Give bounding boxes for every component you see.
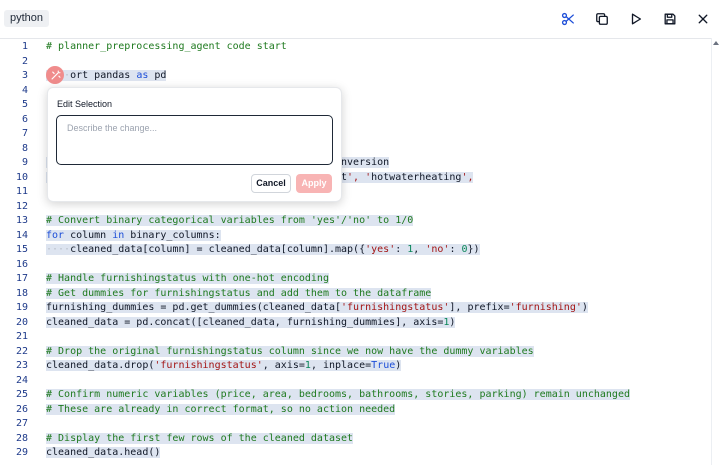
code-line[interactable]: 18 # Get dummies for furnishingstatus and… xyxy=(0,287,712,302)
line-number: 17 xyxy=(15,273,28,284)
line-number: 18 xyxy=(15,287,28,299)
line-number: 5 xyxy=(21,99,28,110)
line-code: # Get dummies for furnishingstatus and a… xyxy=(46,287,432,299)
line-code: # Confirm numeric variables (price, area… xyxy=(46,389,630,400)
line-number: 12 xyxy=(15,200,28,212)
save-icon xyxy=(664,13,676,25)
code-line[interactable]: 22 # Drop the original furnishingstatus c… xyxy=(0,345,712,360)
code-line[interactable]: 28 # Display the first few rows of the cl… xyxy=(0,432,712,447)
scroll-up-arrow-icon[interactable] xyxy=(713,41,719,45)
line-number: 26 xyxy=(15,403,28,415)
line-number: 20 xyxy=(15,316,28,328)
line-number: 24 xyxy=(15,374,28,386)
line-number: 13 xyxy=(15,215,28,226)
line-number: 21 xyxy=(15,331,28,342)
copy-icon xyxy=(596,13,608,25)
line-number: 8 xyxy=(21,142,28,154)
line-number: 11 xyxy=(15,186,28,197)
line-number: 6 xyxy=(21,113,28,125)
line-code: furnishing_dummies = pd.get_dummies(clea… xyxy=(46,302,588,313)
language-badge: python xyxy=(4,10,50,27)
code-line[interactable]: 24 xyxy=(0,374,712,389)
line-code: # Convert binary categorical variables f… xyxy=(46,215,414,226)
cancel-button[interactable]: Cancel xyxy=(251,174,291,193)
code-line[interactable]: 23 cleaned_data.drop('furnishingstatus', … xyxy=(0,359,712,374)
line-code: # These are already in correct format, s… xyxy=(46,403,396,415)
code-line[interactable]: 26 # These are already in correct format,… xyxy=(0,403,712,418)
line-number: 19 xyxy=(15,302,28,313)
line-number: 29 xyxy=(15,447,28,458)
line-code: # Drop the original furnishingstatus col… xyxy=(46,345,534,357)
line-number: 23 xyxy=(15,360,28,371)
vertical-scrollbar[interactable] xyxy=(711,38,720,465)
line-number: 16 xyxy=(15,258,28,270)
code-line[interactable]: 29 cleaned_data.head() xyxy=(0,446,712,461)
code-line[interactable]: 21 xyxy=(0,330,712,345)
line-number: 27 xyxy=(15,418,28,429)
line-code: for column in binary_columns: xyxy=(46,229,221,241)
code-line[interactable]: 19 furnishing_dummies = pd.get_dummies(cl… xyxy=(0,301,712,316)
popup-title: Edit Selection xyxy=(57,99,113,109)
magic-wand-icon xyxy=(51,69,61,79)
code-line[interactable]: 27 xyxy=(0,417,712,432)
copy-button[interactable] xyxy=(592,9,612,29)
run-button[interactable] xyxy=(626,9,646,29)
line-code: # planner_preprocessing_agent code start xyxy=(46,41,287,52)
code-line[interactable]: 1 # planner_preprocessing_agent code star… xyxy=(0,40,712,55)
line-number: 14 xyxy=(15,229,28,241)
scissors-button[interactable] xyxy=(558,9,578,29)
close-button[interactable] xyxy=(693,9,713,29)
line-number: 10 xyxy=(15,171,28,183)
close-icon xyxy=(698,14,708,24)
line-code: cleaned_data = pd.concat([cleaned_data, … xyxy=(46,316,456,328)
scissors-icon xyxy=(561,12,574,26)
code-line[interactable]: 17 # Handle furnishingstatus with one-hot… xyxy=(0,272,712,287)
line-number: 25 xyxy=(15,389,28,400)
line-number: 4 xyxy=(21,84,28,96)
line-code: # Display the first few rows of the clea… xyxy=(46,432,354,444)
code-line[interactable]: 13 # Convert binary categorical variables… xyxy=(0,214,712,229)
line-number: 15 xyxy=(15,244,28,255)
code-line[interactable]: 2 xyxy=(0,55,712,70)
code-line[interactable]: 20 cleaned_data = pd.concat([cleaned_data… xyxy=(0,316,712,331)
apply-button[interactable]: Apply xyxy=(296,174,332,193)
line-number: 28 xyxy=(15,432,28,444)
code-line[interactable]: 16 xyxy=(0,258,712,273)
line-number: 22 xyxy=(15,345,28,357)
line-number: 2 xyxy=(21,55,28,67)
line-number: 1 xyxy=(21,41,28,52)
play-icon xyxy=(631,13,642,25)
line-code: ····cleaned_data[column] = cleaned_data[… xyxy=(46,244,480,255)
code-line[interactable]: 25 # Confirm numeric variables (price, ar… xyxy=(0,388,712,403)
editor-toolbar: python xyxy=(0,0,720,39)
line-code: ····ort pandas as pd xyxy=(46,69,167,84)
code-line[interactable]: 14 for column in binary_columns: xyxy=(0,229,712,244)
change-description-input[interactable] xyxy=(56,115,333,165)
ai-edit-button[interactable] xyxy=(46,66,64,84)
line-code: # Handle furnishingstatus with one-hot e… xyxy=(46,273,329,284)
save-button[interactable] xyxy=(660,9,680,29)
line-code: cleaned_data.drop('furnishingstatus', ax… xyxy=(46,360,402,371)
line-number: 7 xyxy=(21,128,28,139)
line-number: 9 xyxy=(21,157,28,168)
edit-selection-popup: Edit Selection Cancel Apply xyxy=(47,87,342,202)
code-line[interactable]: 15 ····cleaned_data[column] = cleaned_dat… xyxy=(0,243,712,258)
line-code: cleaned_data.head() xyxy=(46,447,161,458)
code-line[interactable]: 3 ····ort pandas as pd xyxy=(0,69,712,84)
line-number: 3 xyxy=(21,70,28,81)
